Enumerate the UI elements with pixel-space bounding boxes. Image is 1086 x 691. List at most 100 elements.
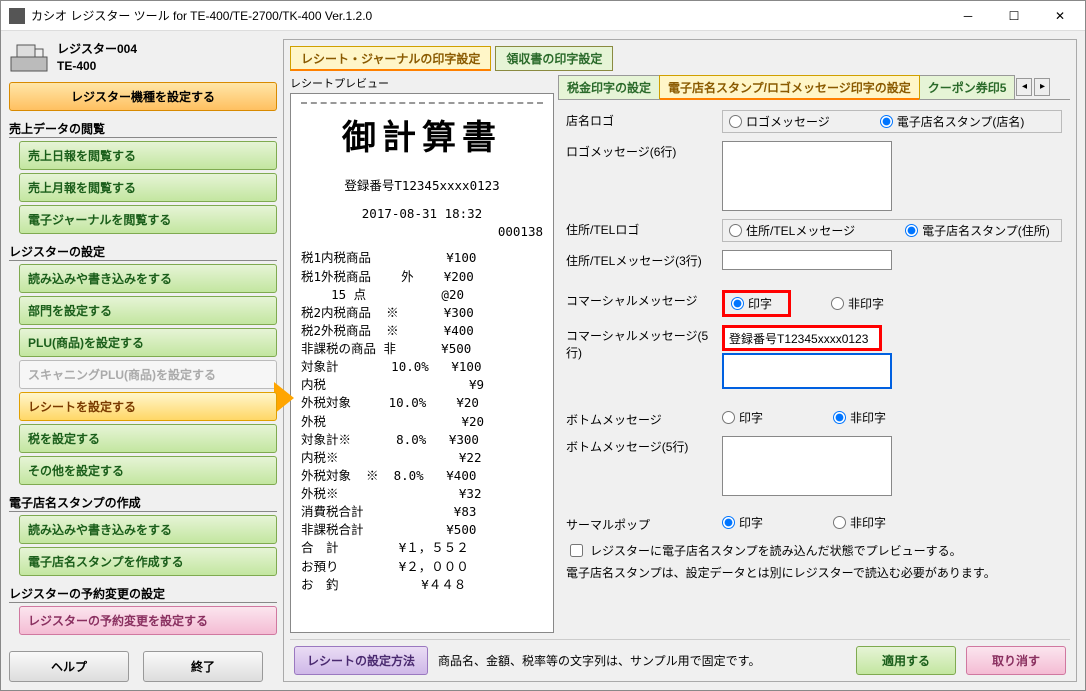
view-monthly-report-button[interactable]: 売上月報を閲覧する: [19, 173, 277, 202]
receipt-line: 外税対象 ※ 8.0% ¥400: [301, 467, 543, 485]
close-button[interactable]: ✕: [1037, 2, 1083, 30]
receipt-line: 非課税合計 ¥500: [301, 521, 543, 539]
tab-ryoshusho[interactable]: 領収書の印字設定: [495, 46, 613, 71]
active-menu-arrow: [274, 382, 294, 414]
radio-logo-message[interactable]: ロゴメッセージ: [729, 113, 830, 130]
receipt-line: 15 点 @20: [301, 286, 543, 304]
thermal-label: サーマルポップ: [566, 514, 722, 533]
main-panel: レシート・ジャーナルの印字設定 領収書の印字設定 レシートプレビュー 御計算書 …: [283, 39, 1077, 682]
receipt-line: 税2外税商品 ※ ¥400: [301, 322, 543, 340]
tab-scroll-right[interactable]: ▸: [1034, 78, 1050, 96]
receipt-line: 非課税の商品 非 ¥500: [301, 340, 543, 358]
preview-label: レシートプレビュー: [290, 75, 554, 91]
receipt-datetime: 2017-08-31 18:32: [301, 205, 543, 223]
commercial-label: コマーシャルメッセージ: [566, 290, 722, 309]
apply-button[interactable]: 適用する: [856, 646, 956, 675]
minimize-button[interactable]: ─: [945, 2, 991, 30]
receipt-title: 御計算書: [301, 110, 543, 159]
set-model-button[interactable]: レジスター機種を設定する: [9, 82, 277, 111]
receipt-line: 消費税合計 ¥83: [301, 503, 543, 521]
commercial-msg-extra[interactable]: [722, 353, 892, 389]
receipt-line: 対象計 10.0% ¥100: [301, 358, 543, 376]
radio-bottom-noprint[interactable]: 非印字: [833, 409, 886, 426]
stamp-rw-button[interactable]: 読み込みや書き込みをする: [19, 515, 277, 544]
tab-scroll-left[interactable]: ◂: [1016, 78, 1032, 96]
section-reserve-label: レジスターの予約変更の設定: [9, 581, 277, 603]
tab-tax-print[interactable]: 税金印字の設定: [558, 75, 660, 99]
commercial5-label: コマーシャルメッセージ(5行): [566, 325, 722, 361]
window-title: カシオ レジスター ツール for TE-400/TE-2700/TK-400 …: [31, 7, 945, 24]
receipt-line: 合 計 ¥１，５５２: [301, 539, 543, 557]
section-stamp-label: 電子店名スタンプの作成: [9, 490, 277, 512]
register-name: レジスター004 TE-400: [57, 41, 137, 75]
logo-msg6-label: ロゴメッセージ(6行): [566, 141, 722, 160]
receipt-settings-button[interactable]: レシートを設定する: [19, 392, 277, 421]
other-settings-button[interactable]: その他を設定する: [19, 456, 277, 485]
receipt-regno: 登録番号T12345xxxx0123: [301, 177, 543, 195]
radio-addr-msg[interactable]: 住所/TELメッセージ: [729, 222, 855, 239]
help-button[interactable]: ヘルプ: [9, 651, 129, 682]
plu-settings-button[interactable]: PLU(商品)を設定する: [19, 328, 277, 357]
tab-coupon[interactable]: クーポン券印5: [919, 75, 1016, 99]
stamp-note: 電子店名スタンプは、設定データとは別にレジスターで読込む必要があります。: [566, 564, 1062, 581]
logo-msg6-input[interactable]: [722, 141, 892, 211]
content-area: レジスター004 TE-400 レジスター機種を設定する 売上データの閲覧 売上…: [1, 31, 1085, 690]
create-stamp-button[interactable]: 電子店名スタンプを作成する: [19, 547, 277, 576]
section-sales-label: 売上データの閲覧: [9, 116, 277, 138]
section-settings-label: レジスターの設定: [9, 239, 277, 261]
receipt-line: 税1外税商品 外 ¥200: [301, 268, 543, 286]
radio-bottom-print[interactable]: 印字: [722, 409, 763, 426]
addr-msg3-label: 住所/TELメッセージ(3行): [566, 250, 722, 269]
footer-note: 商品名、金額、税率等の文字列は、サンプル用で固定です。: [438, 652, 846, 669]
tab-stamp-logo[interactable]: 電子店名スタンプ/ロゴメッセージ印字の設定: [659, 75, 920, 99]
settings-body: 店名ロゴ ロゴメッセージ 電子店名スタンプ(店名) ロゴメッセージ(6行) 住所…: [558, 100, 1070, 633]
receipt-line: 外税対象 10.0% ¥20: [301, 394, 543, 412]
receipt-line: 税1内税商品 ¥100: [301, 249, 543, 267]
sidebar: レジスター004 TE-400 レジスター機種を設定する 売上データの閲覧 売上…: [9, 39, 277, 682]
bottom5-label: ボトムメッセージ(5行): [566, 436, 722, 455]
receipt-line: 税2内税商品 ※ ¥300: [301, 304, 543, 322]
receipt-line: お預り ¥２，０００: [301, 558, 543, 576]
scan-plu-button: スキャニングPLU(商品)を設定する: [19, 360, 277, 389]
view-daily-report-button[interactable]: 売上日報を閲覧する: [19, 141, 277, 170]
dept-settings-button[interactable]: 部門を設定する: [19, 296, 277, 325]
receipt-howto-button[interactable]: レシートの設定方法: [294, 646, 428, 675]
settings-pane: 税金印字の設定 電子店名スタンプ/ロゴメッセージ印字の設定 クーポン券印5 ◂ …: [558, 75, 1070, 633]
radio-stamp-shop[interactable]: 電子店名スタンプ(店名): [880, 113, 1025, 130]
sub-tabs: 税金印字の設定 電子店名スタンプ/ロゴメッセージ印字の設定 クーポン券印5 ◂ …: [558, 75, 1070, 100]
bottom-msg-input[interactable]: [722, 436, 892, 496]
exit-button[interactable]: 終了: [143, 651, 263, 682]
receipt-line: 外税 ¥20: [301, 413, 543, 431]
radio-thermal-noprint[interactable]: 非印字: [833, 514, 886, 531]
radio-thermal-print[interactable]: 印字: [722, 514, 763, 531]
receipt-line: 内税※ ¥22: [301, 449, 543, 467]
cancel-button[interactable]: 取り消す: [966, 646, 1066, 675]
reserve-settings-button[interactable]: レジスターの予約変更を設定する: [19, 606, 277, 635]
radio-stamp-addr[interactable]: 電子店名スタンプ(住所): [905, 222, 1050, 239]
addr-logo-radio-group: 住所/TELメッセージ 電子店名スタンプ(住所): [722, 219, 1062, 242]
titlebar: カシオ レジスター ツール for TE-400/TE-2700/TK-400 …: [1, 1, 1085, 31]
tax-settings-button[interactable]: 税を設定する: [19, 424, 277, 453]
commercial-value-highlight: [722, 325, 882, 351]
register-name-text: レジスター004: [57, 41, 137, 58]
main-footer: レシートの設定方法 商品名、金額、税率等の文字列は、サンプル用で固定です。 適用…: [290, 639, 1070, 675]
radio-commercial-print[interactable]: 印字: [725, 293, 788, 314]
receipt-line: 対象計※ 8.0% ¥300: [301, 431, 543, 449]
view-ejournal-button[interactable]: 電子ジャーナルを閲覧する: [19, 205, 277, 234]
read-write-button[interactable]: 読み込みや書き込みをする: [19, 264, 277, 293]
preview-checkbox[interactable]: レジスターに電子店名スタンプを読み込んだ状態でプレビューする。: [566, 541, 1062, 560]
shop-logo-radio-group: ロゴメッセージ 電子店名スタンプ(店名): [722, 110, 1062, 133]
maximize-button[interactable]: ☐: [991, 2, 1037, 30]
radio-commercial-noprint[interactable]: 非印字: [831, 290, 884, 317]
addr-msg3-input[interactable]: [722, 250, 892, 270]
bottom-label: ボトムメッセージ: [566, 409, 722, 428]
addr-logo-label: 住所/TELロゴ: [566, 219, 722, 238]
app-window: カシオ レジスター ツール for TE-400/TE-2700/TK-400 …: [0, 0, 1086, 691]
register-model-text: TE-400: [57, 58, 137, 75]
app-icon: [9, 8, 25, 24]
preview-checkbox-input[interactable]: [570, 544, 583, 557]
tab-receipt-journal[interactable]: レシート・ジャーナルの印字設定: [290, 46, 491, 71]
receipt-preview: 御計算書 登録番号T12345xxxx0123 2017-08-31 18:32…: [290, 93, 554, 633]
commercial-msg-input[interactable]: [725, 328, 879, 348]
receipt-line: お 釣 ¥４４８: [301, 576, 543, 594]
